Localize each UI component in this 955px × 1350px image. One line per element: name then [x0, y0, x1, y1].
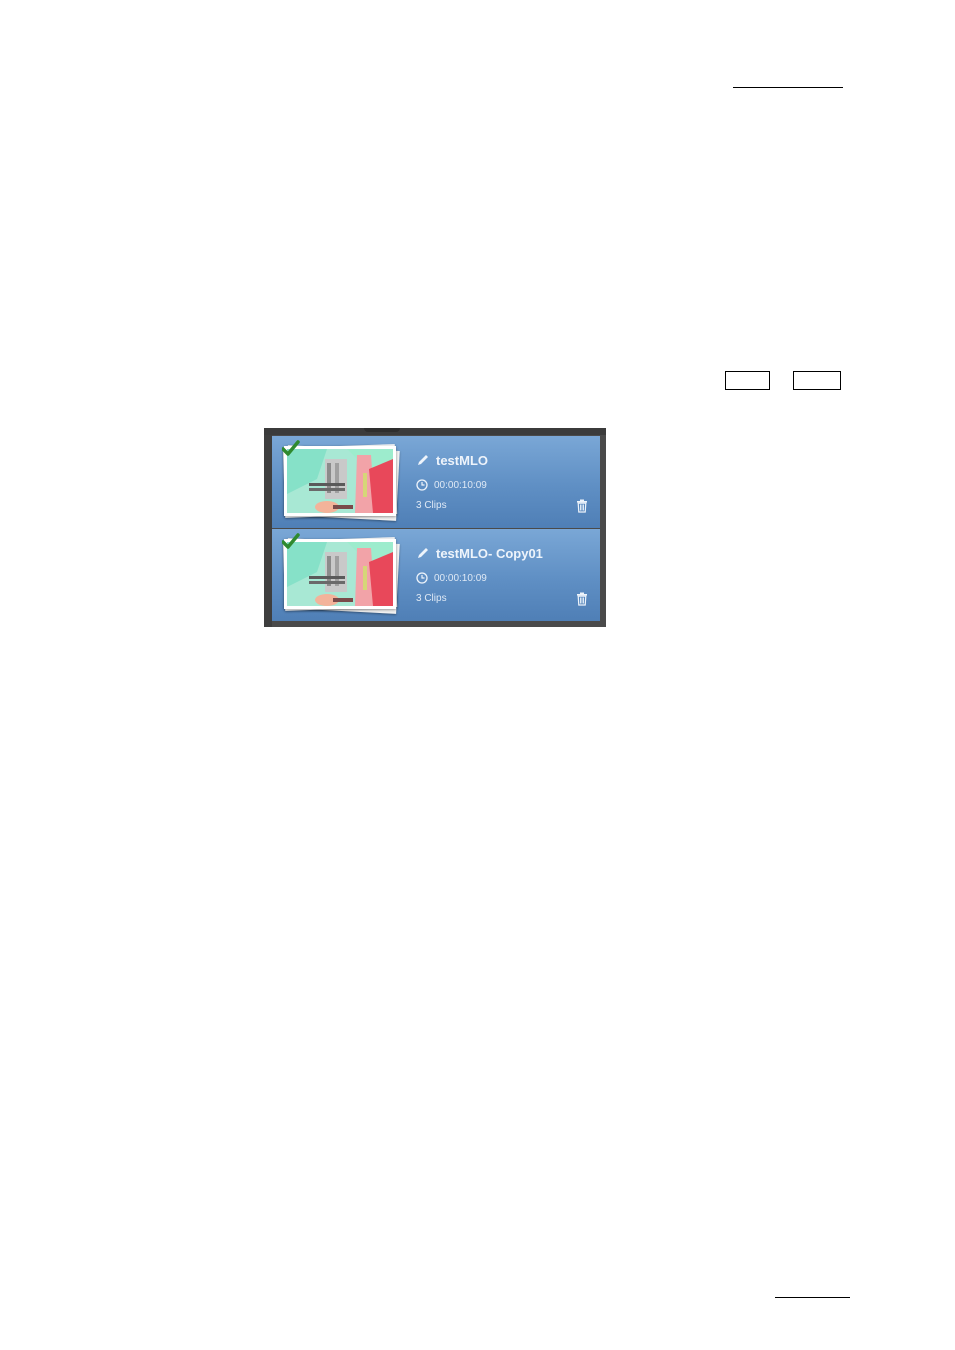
mlo-name: testMLO- Copy01 — [436, 545, 543, 561]
mlo-list-item[interactable]: testMLO- Copy01 00:00:10:09 3 Clips — [272, 529, 600, 621]
footer-rule — [775, 1297, 850, 1298]
reference-box-left — [725, 371, 770, 390]
pencil-icon[interactable] — [416, 453, 430, 467]
check-icon — [282, 440, 300, 456]
header-rule — [733, 87, 843, 88]
trash-icon[interactable] — [576, 592, 588, 606]
clock-icon — [416, 572, 428, 584]
mlo-name: testMLO — [436, 452, 488, 468]
pencil-icon[interactable] — [416, 546, 430, 560]
mlo-clip-count: 3 Clips — [416, 500, 447, 511]
trash-icon[interactable] — [576, 499, 588, 513]
mlo-clip-count: 3 Clips — [416, 593, 447, 604]
mlo-duration: 00:00:10:09 — [434, 572, 487, 584]
check-icon — [282, 533, 300, 549]
clock-icon — [416, 479, 428, 491]
mlo-list-item[interactable]: testMLO 00:00:10:09 3 Clips — [272, 436, 600, 528]
mlo-thumbnail — [284, 446, 396, 516]
panel-top-edge — [264, 428, 606, 435]
mlo-duration: 00:00:10:09 — [434, 479, 487, 491]
reference-box-right — [793, 371, 841, 390]
mlo-list-panel: testMLO 00:00:10:09 3 Clips testMLO- Cop… — [264, 428, 606, 627]
mlo-thumbnail-stack — [282, 440, 400, 521]
panel-left-strip — [264, 435, 272, 627]
mlo-thumbnail — [284, 539, 396, 609]
mlo-thumbnail-stack — [282, 533, 400, 614]
